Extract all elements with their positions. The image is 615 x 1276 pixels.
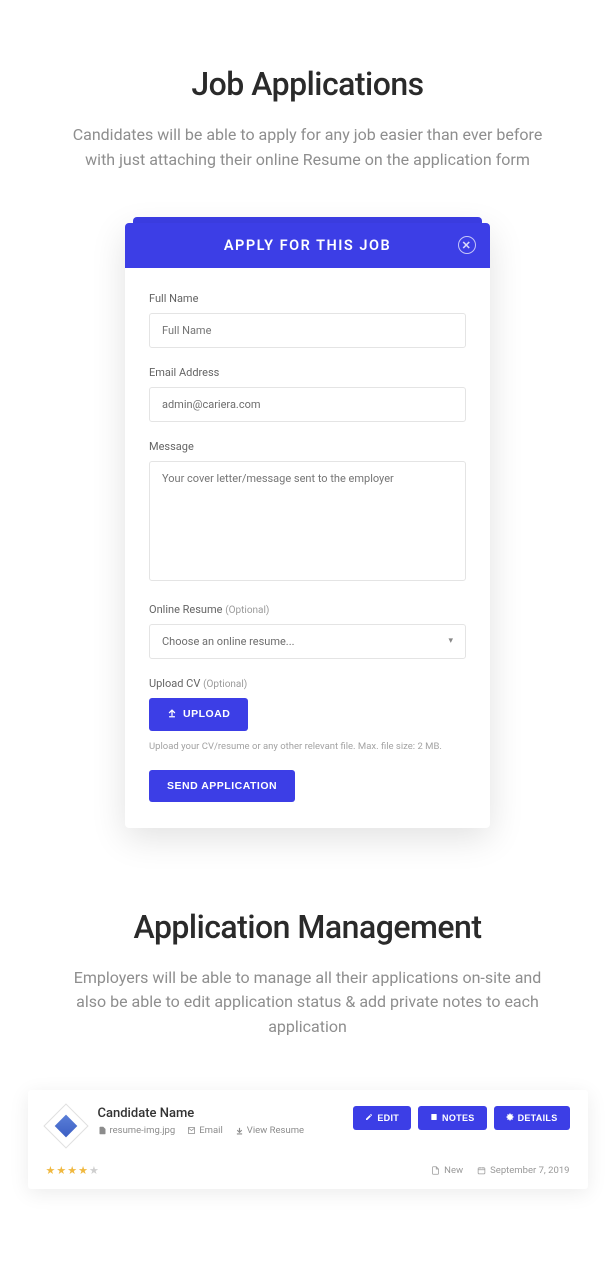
send-application-button[interactable]: SEND APPLICATION	[149, 770, 295, 802]
upload-label-text: Upload CV	[149, 677, 200, 690]
section-title-applications: Job Applications	[0, 65, 615, 103]
pencil-icon	[365, 1113, 373, 1123]
candidate-meta: resume-img.jpg Email View Resume	[98, 1125, 305, 1136]
candidate-name: Candidate Name	[98, 1106, 305, 1121]
star-icon: ★	[46, 1164, 56, 1177]
application-row-left: Candidate Name resume-img.jpg Email View…	[46, 1106, 305, 1142]
message-label: Message	[149, 440, 466, 453]
resume-select-value: Choose an online resume...	[162, 635, 295, 648]
rating-stars[interactable]: ★ ★ ★ ★ ★	[46, 1164, 99, 1177]
upload-button-label: UPLOAD	[183, 708, 230, 720]
apply-card-stack: APPLY FOR THIS JOB ✕ Full Name Email Add…	[125, 223, 490, 828]
calendar-icon	[477, 1166, 486, 1175]
edit-button-label: EDIT	[377, 1113, 399, 1123]
email-label: Email Address	[149, 366, 466, 379]
apply-header-title: APPLY FOR THIS JOB	[224, 237, 391, 254]
application-actions: EDIT NOTES DETAILS	[353, 1106, 569, 1130]
email-input[interactable]	[149, 387, 466, 422]
status-badge: New	[431, 1165, 463, 1176]
details-button-label: DETAILS	[518, 1113, 558, 1123]
notes-icon	[430, 1113, 438, 1123]
star-icon: ★	[56, 1164, 66, 1177]
status-text: New	[444, 1165, 463, 1176]
resume-label-text: Online Resume	[149, 603, 222, 616]
avatar-logo-icon	[54, 1115, 77, 1138]
section-desc-applications: Candidates will be able to apply for any…	[38, 123, 578, 173]
apply-header: APPLY FOR THIS JOB ✕	[125, 223, 490, 268]
resume-optional: (Optional)	[225, 605, 269, 616]
meta-email[interactable]: Email	[187, 1125, 223, 1136]
upload-optional: (Optional)	[203, 679, 247, 690]
resume-label: Online Resume (Optional)	[149, 603, 466, 616]
meta-view-resume[interactable]: View Resume	[235, 1125, 304, 1136]
fullname-input[interactable]	[149, 313, 466, 348]
star-icon: ★	[67, 1164, 77, 1177]
file-icon	[98, 1126, 107, 1135]
apply-body: Full Name Email Address Message Online R…	[125, 268, 490, 828]
file-icon	[431, 1166, 440, 1175]
upload-button[interactable]: UPLOAD	[149, 698, 248, 731]
section-desc-management: Employers will be able to manage all the…	[38, 966, 578, 1040]
gear-icon	[506, 1113, 514, 1123]
envelope-icon	[187, 1126, 196, 1135]
upload-icon	[167, 708, 177, 721]
chevron-down-icon: ▾	[448, 636, 453, 646]
meta-view-resume-text: View Resume	[247, 1125, 304, 1136]
candidate-avatar	[43, 1103, 88, 1148]
download-icon	[235, 1126, 244, 1135]
application-row-bottom: ★ ★ ★ ★ ★ New September 7, 2019	[46, 1164, 570, 1177]
application-row-status: New September 7, 2019	[431, 1165, 569, 1176]
application-row-top: Candidate Name resume-img.jpg Email View…	[46, 1106, 570, 1142]
notes-button-label: NOTES	[442, 1113, 475, 1123]
star-icon: ★	[78, 1164, 88, 1177]
edit-button[interactable]: EDIT	[353, 1106, 411, 1130]
meta-email-text: Email	[199, 1125, 223, 1136]
upload-label: Upload CV (Optional)	[149, 677, 466, 690]
resume-select[interactable]: Choose an online resume... ▾	[149, 624, 466, 659]
meta-resume-file[interactable]: resume-img.jpg	[98, 1125, 176, 1136]
close-icon[interactable]: ✕	[458, 236, 476, 254]
star-empty-icon: ★	[89, 1164, 99, 1177]
send-application-label: SEND APPLICATION	[167, 780, 277, 792]
application-row: Candidate Name resume-img.jpg Email View…	[28, 1090, 588, 1189]
meta-resume-file-text: resume-img.jpg	[110, 1125, 176, 1136]
message-textarea[interactable]	[149, 461, 466, 581]
upload-hint: Upload your CV/resume or any other relev…	[149, 741, 466, 752]
application-date: September 7, 2019	[477, 1165, 569, 1176]
apply-card: APPLY FOR THIS JOB ✕ Full Name Email Add…	[125, 223, 490, 828]
details-button[interactable]: DETAILS	[494, 1106, 570, 1130]
application-date-text: September 7, 2019	[490, 1165, 569, 1176]
candidate-info: Candidate Name resume-img.jpg Email View…	[98, 1106, 305, 1136]
fullname-label: Full Name	[149, 292, 466, 305]
section-title-management: Application Management	[0, 908, 615, 946]
notes-button[interactable]: NOTES	[418, 1106, 487, 1130]
